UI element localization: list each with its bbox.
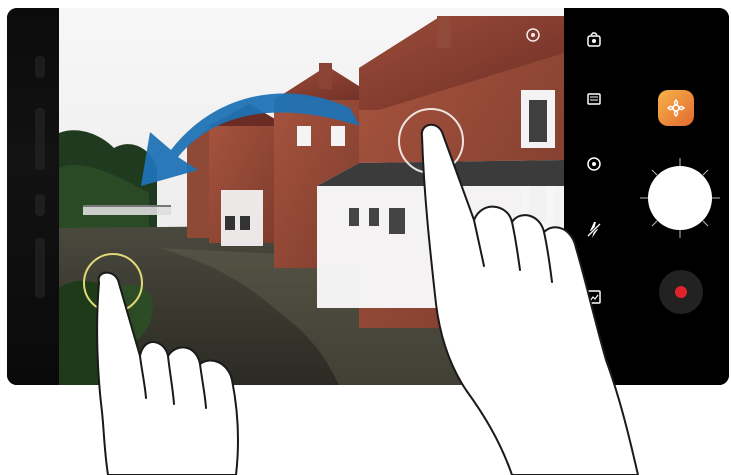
flower-filter-icon[interactable]: [658, 90, 694, 126]
record-icon: [675, 286, 687, 298]
edge-ghost-1: [35, 56, 45, 78]
bridge: [83, 206, 171, 215]
flash-off-icon[interactable]: [583, 219, 605, 241]
focus-ring: [83, 253, 143, 313]
aspect-ratio-icon[interactable]: [583, 88, 605, 110]
viewfinder-scene: [59, 16, 564, 385]
camera-screen: [7, 8, 729, 385]
left-edge-panel: [7, 8, 59, 385]
edge-ghost-4: [35, 238, 45, 298]
settings-icon[interactable]: [583, 344, 605, 366]
switch-camera-icon[interactable]: [583, 29, 605, 51]
focus-mode-icon[interactable]: [583, 153, 605, 175]
shutter-icon: [648, 166, 712, 230]
camera-viewfinder[interactable]: [59, 8, 564, 385]
record-button[interactable]: [659, 270, 703, 314]
gallery-icon[interactable]: [583, 286, 605, 308]
edge-ghost-3: [35, 194, 45, 216]
edge-ghost-2: [35, 108, 45, 170]
tap-highlight-ring: [398, 108, 464, 174]
shutter-button[interactable]: [640, 158, 720, 238]
camera-controls-panel: [564, 8, 729, 385]
